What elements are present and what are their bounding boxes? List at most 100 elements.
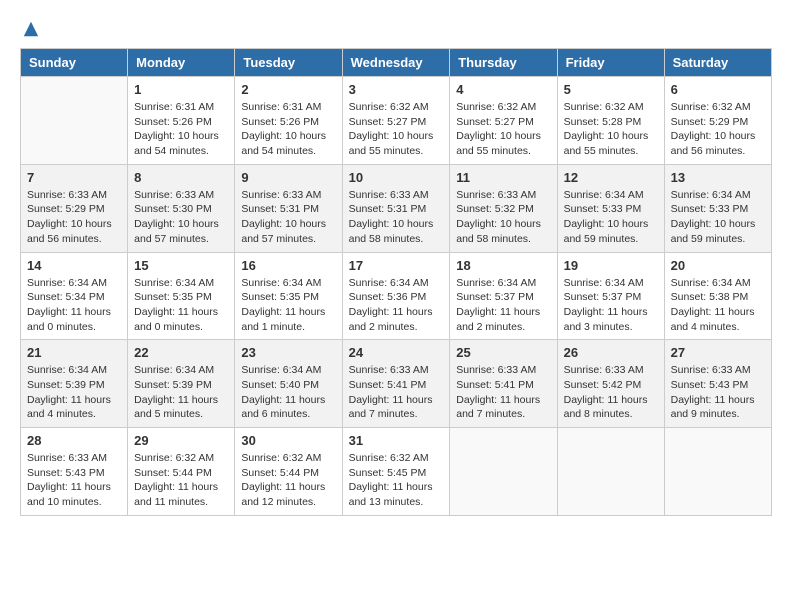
calendar-table: SundayMondayTuesdayWednesdayThursdayFrid… [20,48,772,516]
calendar-cell [21,77,128,165]
logo [20,20,40,38]
day-number: 27 [671,345,765,360]
calendar-cell: 15Sunrise: 6:34 AMSunset: 5:35 PMDayligh… [128,252,235,340]
calendar-header-saturday: Saturday [664,49,771,77]
day-info: Sunrise: 6:33 AMSunset: 5:43 PMDaylight:… [671,363,765,422]
calendar-cell: 27 Sunrise: 6:33 AMSunset: 5:43 PMDayligh… [664,340,771,428]
calendar-cell: 19Sunrise: 6:34 AMSunset: 5:37 PMDayligh… [557,252,664,340]
day-info: Sunrise: 6:33 AMSunset: 5:31 PMDaylight:… [349,188,444,247]
day-info: Sunrise: 6:33 AMSunset: 5:29 PMDaylight:… [27,188,121,247]
day-number: 25 [456,345,550,360]
day-info: Sunrise: 6:34 AMSunset: 5:33 PMDaylight:… [564,188,658,247]
day-number: 8 [134,170,228,185]
day-info: Sunrise: 6:34 AMSunset: 5:35 PMDaylight:… [241,276,335,335]
day-number: 24 [349,345,444,360]
calendar-cell: 5 Sunrise: 6:32 AMSunset: 5:28 PMDaylight… [557,77,664,165]
day-number: 30 [241,433,335,448]
calendar-cell: 7 Sunrise: 6:33 AMSunset: 5:29 PMDaylight… [21,164,128,252]
calendar-week-3: 14 Sunrise: 6:34 AMSunset: 5:34 PMDayligh… [21,252,772,340]
day-number: 13 [671,170,765,185]
day-info: Sunrise: 6:33 AMSunset: 5:31 PMDaylight:… [241,188,335,247]
calendar-cell: 17Sunrise: 6:34 AMSunset: 5:36 PMDayligh… [342,252,450,340]
calendar-week-2: 7 Sunrise: 6:33 AMSunset: 5:29 PMDaylight… [21,164,772,252]
calendar-header-wednesday: Wednesday [342,49,450,77]
day-number: 20 [671,258,765,273]
calendar-cell [450,428,557,516]
day-number: 9 [241,170,335,185]
calendar-cell: 29 Sunrise: 6:32 AMSunset: 5:44 PMDayligh… [128,428,235,516]
calendar-header-sunday: Sunday [21,49,128,77]
calendar-cell [664,428,771,516]
day-number: 6 [671,82,765,97]
calendar-cell: 31 Sunrise: 6:32 AMSunset: 5:45 PMDayligh… [342,428,450,516]
day-info: Sunrise: 6:33 AMSunset: 5:41 PMDaylight:… [456,363,550,422]
day-number: 11 [456,170,550,185]
day-number: 12 [564,170,658,185]
day-info: Sunrise: 6:34 AMSunset: 5:34 PMDaylight:… [27,276,121,335]
day-info: Sunrise: 6:34 AMSunset: 5:33 PMDaylight:… [671,188,765,247]
day-number: 10 [349,170,444,185]
calendar-cell: 26 Sunrise: 6:33 AMSunset: 5:42 PMDayligh… [557,340,664,428]
day-number: 21 [27,345,121,360]
calendar-cell: 13 Sunrise: 6:34 AMSunset: 5:33 PMDayligh… [664,164,771,252]
calendar-cell: 8 Sunrise: 6:33 AMSunset: 5:30 PMDaylight… [128,164,235,252]
day-number: 7 [27,170,121,185]
day-number: 3 [349,82,444,97]
calendar-cell: 21 Sunrise: 6:34 AMSunset: 5:39 PMDayligh… [21,340,128,428]
calendar-cell [557,428,664,516]
day-number: 14 [27,258,121,273]
day-number: 26 [564,345,658,360]
day-info: Sunrise: 6:34 AMSunset: 5:37 PMDaylight:… [456,276,550,335]
day-info: Sunrise: 6:34 AMSunset: 5:39 PMDaylight:… [134,363,228,422]
calendar-week-4: 21 Sunrise: 6:34 AMSunset: 5:39 PMDayligh… [21,340,772,428]
day-info: Sunrise: 6:32 AMSunset: 5:27 PMDaylight:… [456,100,550,159]
day-info: Sunrise: 6:32 AMSunset: 5:45 PMDaylight:… [349,451,444,510]
day-info: Sunrise: 6:33 AMSunset: 5:43 PMDaylight:… [27,451,121,510]
day-info: Sunrise: 6:34 AMSunset: 5:38 PMDaylight:… [671,276,765,335]
calendar-cell: 20 Sunrise: 6:34 AMSunset: 5:38 PMDayligh… [664,252,771,340]
calendar-cell: 24 Sunrise: 6:33 AMSunset: 5:41 PMDayligh… [342,340,450,428]
page-header [20,20,772,38]
day-info: Sunrise: 6:34 AMSunset: 5:40 PMDaylight:… [241,363,335,422]
calendar-cell: 3Sunrise: 6:32 AMSunset: 5:27 PMDaylight… [342,77,450,165]
calendar-header-friday: Friday [557,49,664,77]
calendar-cell: 6Sunrise: 6:32 AMSunset: 5:29 PMDaylight… [664,77,771,165]
calendar-cell: 30 Sunrise: 6:32 AMSunset: 5:44 PMDayligh… [235,428,342,516]
day-number: 16 [241,258,335,273]
day-info: Sunrise: 6:32 AMSunset: 5:28 PMDaylight:… [564,100,658,159]
day-number: 28 [27,433,121,448]
calendar-header-monday: Monday [128,49,235,77]
day-number: 31 [349,433,444,448]
day-info: Sunrise: 6:33 AMSunset: 5:42 PMDaylight:… [564,363,658,422]
calendar-cell: 18Sunrise: 6:34 AMSunset: 5:37 PMDayligh… [450,252,557,340]
day-info: Sunrise: 6:32 AMSunset: 5:44 PMDaylight:… [241,451,335,510]
day-number: 4 [456,82,550,97]
day-info: Sunrise: 6:31 AMSunset: 5:26 PMDaylight:… [241,100,335,159]
day-number: 22 [134,345,228,360]
day-info: Sunrise: 6:33 AMSunset: 5:41 PMDaylight:… [349,363,444,422]
day-info: Sunrise: 6:34 AMSunset: 5:39 PMDaylight:… [27,363,121,422]
calendar-cell: 14 Sunrise: 6:34 AMSunset: 5:34 PMDayligh… [21,252,128,340]
day-info: Sunrise: 6:32 AMSunset: 5:44 PMDaylight:… [134,451,228,510]
day-number: 2 [241,82,335,97]
day-info: Sunrise: 6:33 AMSunset: 5:30 PMDaylight:… [134,188,228,247]
day-number: 15 [134,258,228,273]
calendar-cell: 23Sunrise: 6:34 AMSunset: 5:40 PMDayligh… [235,340,342,428]
calendar-cell: 10 Sunrise: 6:33 AMSunset: 5:31 PMDayligh… [342,164,450,252]
calendar-header-tuesday: Tuesday [235,49,342,77]
calendar-cell: 28 Sunrise: 6:33 AMSunset: 5:43 PMDayligh… [21,428,128,516]
calendar-cell: 4 Sunrise: 6:32 AMSunset: 5:27 PMDaylight… [450,77,557,165]
day-number: 5 [564,82,658,97]
day-info: Sunrise: 6:31 AMSunset: 5:26 PMDaylight:… [134,100,228,159]
calendar-header-thursday: Thursday [450,49,557,77]
calendar-week-5: 28 Sunrise: 6:33 AMSunset: 5:43 PMDayligh… [21,428,772,516]
calendar-cell: 25 Sunrise: 6:33 AMSunset: 5:41 PMDayligh… [450,340,557,428]
day-info: Sunrise: 6:33 AMSunset: 5:32 PMDaylight:… [456,188,550,247]
day-info: Sunrise: 6:34 AMSunset: 5:36 PMDaylight:… [349,276,444,335]
calendar-header-row: SundayMondayTuesdayWednesdayThursdayFrid… [21,49,772,77]
calendar-week-1: 1Sunrise: 6:31 AMSunset: 5:26 PMDaylight… [21,77,772,165]
day-number: 29 [134,433,228,448]
logo-icon [22,20,40,38]
calendar-cell: 1Sunrise: 6:31 AMSunset: 5:26 PMDaylight… [128,77,235,165]
day-info: Sunrise: 6:34 AMSunset: 5:37 PMDaylight:… [564,276,658,335]
